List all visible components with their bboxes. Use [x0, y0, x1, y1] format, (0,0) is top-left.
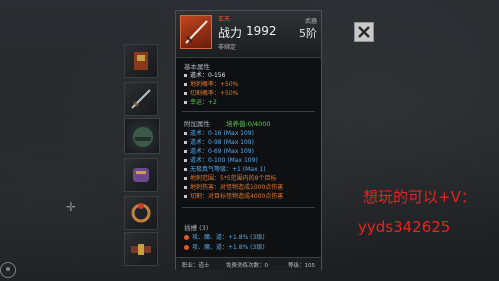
cultivation-value: 培养值:0/4000: [226, 120, 271, 128]
extra-attr-row: 切割：对目标怪物造成4000点伤害: [184, 191, 283, 200]
inventory-slot-5[interactable]: [124, 196, 158, 230]
armor-icon: [134, 52, 148, 70]
inventory-slot-2[interactable]: [124, 82, 158, 116]
gem-icon: [184, 245, 189, 250]
tooltip-footer: 职业：道士 免费洗练次数：0 等级：105: [176, 257, 321, 270]
extra-attr-row: 道术：0-98 (Max 109): [184, 137, 254, 146]
extra-attr-row: 地刺范围：5*5范围内的8个目标: [184, 173, 276, 182]
divider: [182, 111, 315, 112]
helmet-icon: [133, 127, 153, 147]
settings-circle-button[interactable]: [0, 262, 16, 278]
close-icon: [358, 26, 370, 38]
watermark-line-2: yyds342625: [358, 218, 451, 236]
inventory-slot-4[interactable]: [124, 158, 158, 192]
power-label: 战力: [218, 26, 243, 40]
gem-icon: [184, 235, 189, 240]
base-attr-row: 幸运：+2: [184, 97, 217, 106]
base-attr-row: 切割概率：+50%: [184, 88, 238, 97]
extra-attr-row: 道术：0-69 (Max 109): [184, 146, 254, 155]
extra-attr-row: 道术：0-16 (Max 109): [184, 128, 254, 137]
base-attr-row: 道术：0-156: [184, 70, 225, 79]
divider: [182, 207, 315, 208]
socket-row: 攻、魔、道：+1.8% (3级): [184, 242, 265, 251]
item-header: 玄天 战力 1992 非绑定 武器 5阶: [176, 11, 321, 58]
watermark-line-1: 想玩的可以+V：: [363, 188, 476, 206]
base-attr-row: 地刺概率：+50%: [184, 79, 238, 88]
level-label: 等级：105: [288, 263, 315, 269]
extra-attr-row: 无极真气等级：+1 (Max 1): [184, 164, 266, 173]
bind-status: 非绑定: [218, 44, 237, 51]
close-button[interactable]: [354, 22, 374, 42]
inventory-slot-1[interactable]: [124, 44, 158, 78]
item-tier: 5阶: [299, 27, 317, 40]
sword-icon: [131, 89, 151, 109]
belt-icon: [131, 244, 151, 255]
extra-attr-row: 地刺伤害：对怪物造成1000点伤害: [184, 182, 283, 191]
class-label: 职业：道士: [182, 263, 210, 269]
extra-attrs-title: 附加属性: [184, 120, 210, 128]
free-wash-count: 免费洗练次数：0: [226, 263, 268, 269]
sockets-title: 插槽 (3): [184, 224, 209, 232]
inventory-slot-3[interactable]: [124, 118, 160, 154]
move-arrows-icon: ✛: [66, 200, 77, 214]
weapon-icon: [185, 20, 208, 44]
socket-row: 攻、魔、道：+1.8% (3级): [184, 232, 265, 241]
bracer-icon: [133, 168, 149, 182]
item-rarity: 玄天: [218, 16, 231, 23]
item-tooltip-panel: 玄天 战力 1992 非绑定 武器 5阶 基本属性 道术：0-156 地刺概率：…: [175, 10, 322, 270]
item-type: 武器: [304, 18, 317, 25]
inventory-slot-6[interactable]: [124, 232, 158, 266]
item-icon-frame: [180, 15, 212, 49]
power-value: 1992: [246, 24, 277, 38]
ring-icon: [131, 203, 151, 223]
extra-attr-row: 道术：0-100 (Max 109): [184, 155, 258, 164]
